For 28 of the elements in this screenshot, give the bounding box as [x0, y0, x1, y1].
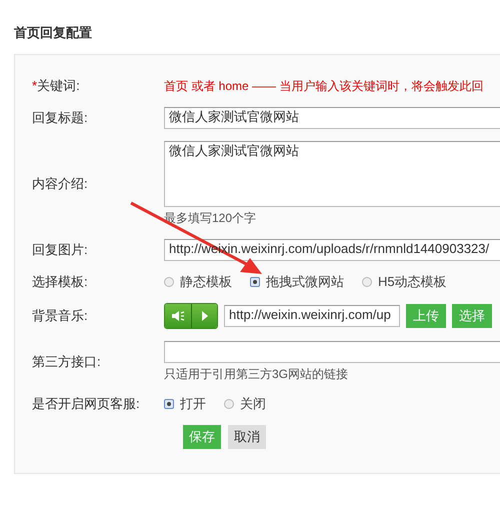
speaker-icon[interactable] — [165, 304, 191, 328]
radio-label[interactable]: H5动态模板 — [378, 273, 447, 291]
field-label: 内容介绍: — [32, 175, 89, 193]
text-field[interactable]: 微信人家测试官微网站 — [164, 107, 500, 129]
field-label: 回复标题: — [32, 109, 89, 127]
field-label: *关键词: — [32, 77, 81, 95]
field-label: 回复图片: — [32, 241, 89, 259]
field-label: 背景音乐: — [32, 307, 89, 325]
text-field[interactable] — [164, 341, 500, 363]
radio-button[interactable] — [250, 277, 260, 287]
music-url-field[interactable]: http://weixin.weixinrj.com/up — [224, 305, 400, 327]
radio-label[interactable]: 拖拽式微网站 — [266, 273, 344, 291]
text-area[interactable]: 微信人家测试官微网站 — [164, 141, 500, 207]
cancel-button[interactable]: 取消 — [228, 425, 266, 449]
radio-label[interactable]: 静态模板 — [180, 273, 232, 291]
play-icon[interactable] — [191, 304, 217, 328]
radio-button[interactable] — [164, 277, 174, 287]
radio-label[interactable]: 关闭 — [240, 395, 266, 413]
field-label: 第三方接口: — [32, 353, 102, 371]
radio-button[interactable] — [362, 277, 372, 287]
field-hint: 只适用于引用第三方3G网站的链接 — [164, 366, 350, 383]
keyword-note: 首页 或者 home —— 当用户输入该关键词时，将会触发此回 — [164, 78, 484, 94]
page-title: 首页回复配置 — [13, 24, 93, 42]
field-label: 选择模板: — [32, 273, 89, 291]
radio-label[interactable]: 打开 — [180, 395, 206, 413]
radio-button[interactable] — [164, 399, 174, 409]
radio-button[interactable] — [224, 399, 234, 409]
field-label: 是否开启网页客服: — [32, 395, 141, 413]
